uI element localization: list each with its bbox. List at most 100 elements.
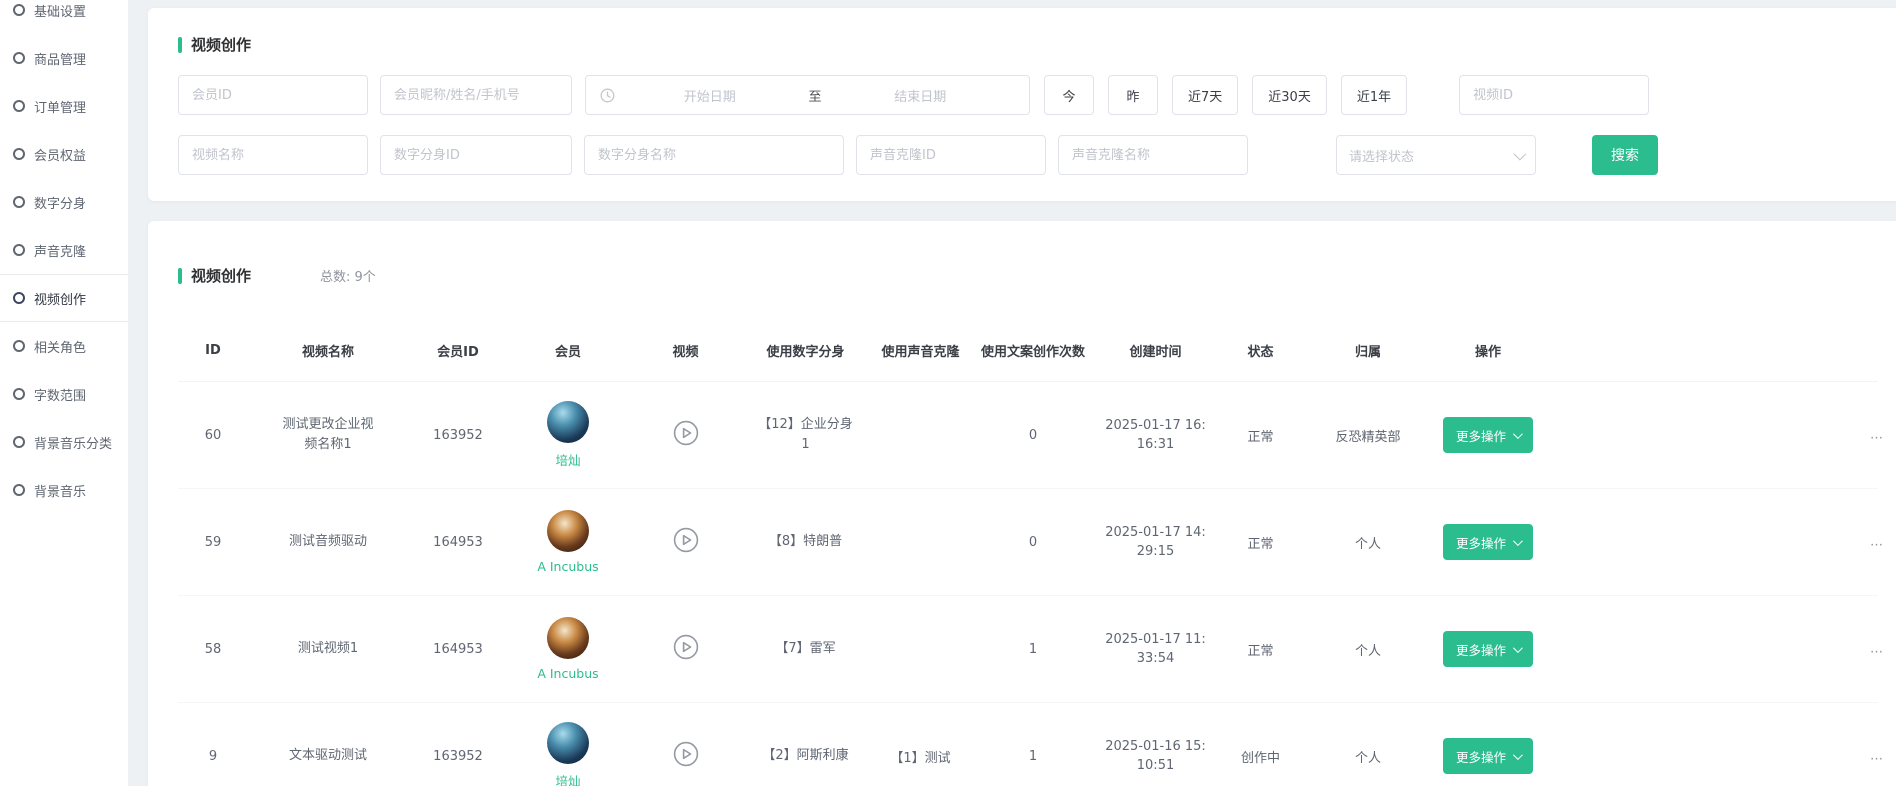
video-name-input[interactable] [178, 135, 368, 175]
sidebar-item-label: 基础设置 [34, 1, 86, 20]
cell-copywriting-count: 0 [973, 428, 1093, 443]
play-icon [673, 527, 699, 553]
chevron-down-icon [1513, 536, 1523, 546]
quick-today-button[interactable]: 今 [1044, 75, 1094, 115]
sidebar-item-voice-clone[interactable]: 声音克隆 [0, 226, 128, 274]
cell-member: 培灿 [508, 401, 628, 469]
col-header-digital-avatar: 使用数字分身 [743, 341, 868, 360]
digital-avatar-id-input[interactable] [380, 135, 572, 175]
filter-panel: 视频创作 开始日期 至 结束日期 今 昨 近7天 近30天 近1年 [148, 8, 1896, 201]
circle-icon [13, 340, 25, 352]
circle-icon [13, 100, 25, 112]
quick-yesterday-button[interactable]: 昨 [1108, 75, 1158, 115]
sidebar-item-bgm-category[interactable]: 背景音乐分类 [0, 418, 128, 466]
member-id-input[interactable] [178, 75, 368, 115]
cell-video [628, 634, 743, 664]
col-header-created-at: 创建时间 [1093, 341, 1218, 360]
search-button[interactable]: 搜索 [1592, 135, 1658, 175]
date-range-picker[interactable]: 开始日期 至 结束日期 [585, 75, 1030, 115]
quick-last30days-button[interactable]: 近30天 [1252, 75, 1327, 115]
cell-voice-clone: 【1】测试 [868, 747, 973, 766]
sidebar-item-word-count-range[interactable]: 字数范围 [0, 370, 128, 418]
sidebar-item-order-management[interactable]: 订单管理 [0, 82, 128, 130]
sidebar-item-bgm[interactable]: 背景音乐 [0, 466, 128, 514]
sidebar-item-product-management[interactable]: 商品管理 [0, 34, 128, 82]
sidebar-item-label: 字数范围 [34, 385, 86, 404]
play-video-button[interactable] [673, 420, 699, 446]
voice-clone-id-input[interactable] [856, 135, 1046, 175]
overflow-indicator: … [1870, 535, 1884, 550]
cell-member-id: 164953 [408, 642, 508, 657]
circle-icon [13, 388, 25, 400]
col-header-copywriting-count: 使用文案创作次数 [973, 341, 1093, 360]
sidebar-item-member-benefits[interactable]: 会员权益 [0, 130, 128, 178]
cell-actions: 更多操作 [1433, 631, 1543, 667]
sidebar-item-basic-settings[interactable]: 基础设置 [0, 0, 128, 34]
more-actions-button[interactable]: 更多操作 [1443, 417, 1533, 453]
quick-last1year-button[interactable]: 近1年 [1341, 75, 1407, 115]
more-actions-button[interactable]: 更多操作 [1443, 631, 1533, 667]
voice-clone-name-input[interactable] [1058, 135, 1248, 175]
cell-digital-avatar: 【12】企业分身1 [743, 415, 868, 455]
member-name-link[interactable]: A Incubus [537, 666, 598, 681]
page-title: 视频创作 [191, 34, 251, 55]
cell-member-id: 164953 [408, 535, 508, 550]
cell-id: 9 [178, 749, 248, 764]
avatar [547, 722, 589, 764]
video-id-input[interactable] [1459, 75, 1649, 115]
table-row: 59 测试音频驱动 164953 A Incubus 【8】特朗普 0 [178, 489, 1878, 596]
play-video-button[interactable] [673, 527, 699, 553]
status-select[interactable]: 请选择状态 [1336, 135, 1536, 175]
status-select-placeholder: 请选择状态 [1349, 146, 1414, 165]
sidebar-item-label: 会员权益 [34, 145, 86, 164]
member-name-link[interactable]: 培灿 [555, 450, 580, 469]
cell-video-name: 测试音频驱动 [248, 532, 408, 552]
sidebar: 基础设置 商品管理 订单管理 会员权益 数字分身 声音克隆 视频创作 相关角色 [0, 0, 128, 786]
cell-ownership: 个人 [1303, 533, 1433, 552]
play-icon [673, 420, 699, 446]
col-header-voice-clone: 使用声音克隆 [868, 341, 973, 360]
play-video-button[interactable] [673, 741, 699, 767]
sidebar-item-related-roles[interactable]: 相关角色 [0, 322, 128, 370]
play-video-button[interactable] [673, 634, 699, 660]
cell-actions: 更多操作 [1433, 417, 1543, 453]
cell-actions: 更多操作 [1433, 738, 1543, 774]
circle-icon [13, 52, 25, 64]
cell-id: 59 [178, 535, 248, 550]
cell-member: A Incubus [508, 617, 628, 681]
cell-member-id: 163952 [408, 749, 508, 764]
digital-avatar-name-input[interactable] [584, 135, 844, 175]
col-header-ownership: 归属 [1303, 341, 1433, 360]
cell-created-at: 2025-01-17 16:16:31 [1093, 416, 1218, 455]
sidebar-item-label: 背景音乐 [34, 481, 86, 500]
play-icon [673, 741, 699, 767]
avatar [547, 510, 589, 552]
member-name-link[interactable]: 培灿 [555, 771, 580, 786]
sidebar-item-video-creation[interactable]: 视频创作 [0, 274, 128, 322]
more-actions-button[interactable]: 更多操作 [1443, 524, 1533, 560]
cell-ownership: 个人 [1303, 747, 1433, 766]
cell-ownership: 反恐精英部 [1303, 426, 1433, 445]
play-icon [673, 634, 699, 660]
table-row: 58 测试视频1 164953 A Incubus 【7】雷军 1 [178, 596, 1878, 703]
filter-row-2: 请选择状态 搜索 [178, 135, 1878, 175]
circle-icon [13, 196, 25, 208]
sidebar-item-digital-avatar[interactable]: 数字分身 [0, 178, 128, 226]
member-name-link[interactable]: A Incubus [537, 559, 598, 574]
circle-icon [13, 4, 25, 16]
quick-last7days-button[interactable]: 近7天 [1172, 75, 1238, 115]
cell-video [628, 420, 743, 450]
overflow-indicator: … [1870, 428, 1884, 443]
main-content: 视频创作 开始日期 至 结束日期 今 昨 近7天 近30天 近1年 [148, 0, 1896, 786]
member-name-input[interactable] [380, 75, 572, 115]
avatar [547, 617, 589, 659]
date-separator: 至 [805, 86, 826, 105]
cell-ownership: 个人 [1303, 640, 1433, 659]
cell-digital-avatar: 【2】阿斯利康 [743, 746, 868, 766]
more-actions-button[interactable]: 更多操作 [1443, 738, 1533, 774]
title-accent-bar [178, 268, 182, 284]
cell-status: 创作中 [1218, 747, 1303, 766]
col-header-video: 视频 [628, 341, 743, 360]
cell-id: 60 [178, 428, 248, 443]
total-count: 总数: 9个 [320, 266, 376, 285]
